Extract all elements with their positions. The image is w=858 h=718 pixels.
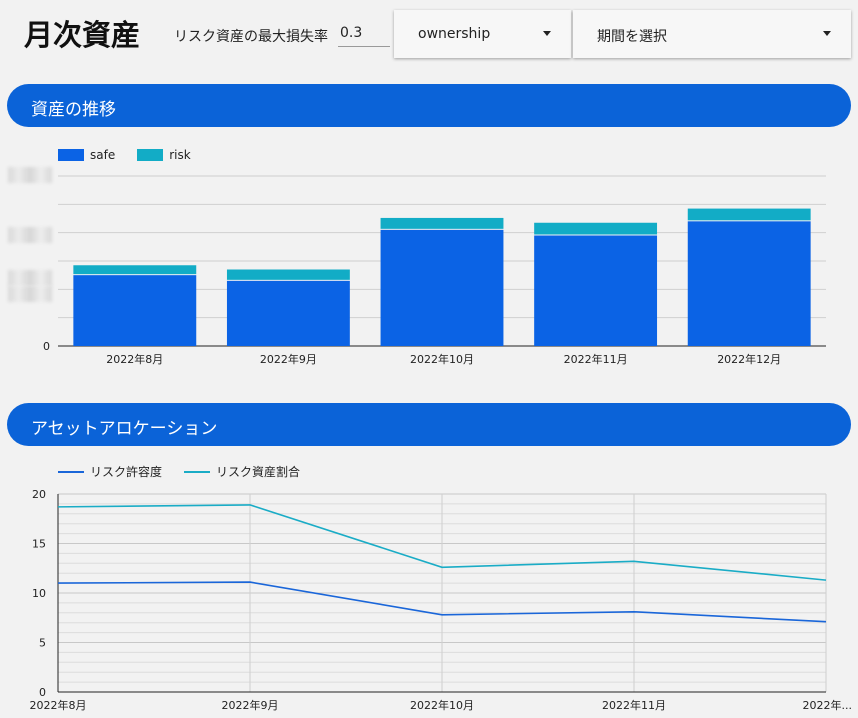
x-tick-label: 2022年10月 xyxy=(410,698,474,712)
x-tick-label: 2022年11月 xyxy=(602,698,666,712)
allocation-line-chart: 0 5 10 15 20 2022年8月 2022年9月 2022年10月 2022年11月 20… xyxy=(30,488,853,712)
y-tick-label: 5 xyxy=(39,637,46,650)
x-tick-label: 2022年9月 xyxy=(222,698,279,712)
x-tick-label: 2022年... xyxy=(803,698,852,712)
y-tick-label: 0 xyxy=(39,686,46,699)
y-tick-label: 20 xyxy=(32,488,46,501)
x-tick-label: 2022年8月 xyxy=(30,698,87,712)
y-tick-label: 10 xyxy=(32,587,46,600)
y-tick-label: 15 xyxy=(32,538,46,551)
